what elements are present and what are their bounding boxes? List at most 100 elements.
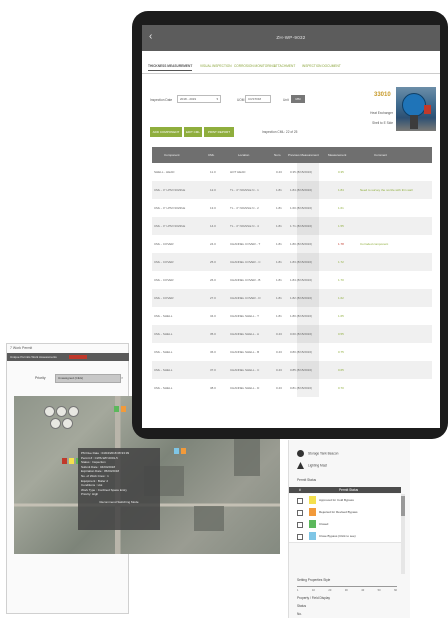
cell-nom: 1.81 xyxy=(276,314,282,318)
cell-cml: 24.0 xyxy=(210,242,216,246)
opacity-slider[interactable] xyxy=(297,586,397,587)
col-comment: Comment xyxy=(374,153,388,157)
permit-popup: PM Due Date : 04/04/2018 08:33:39 Permit… xyxy=(78,448,160,530)
table-row[interactable]: CML - SHELL 35.0 CHANNEL SHELL - A 0.43 0.60… xyxy=(152,325,432,343)
scrollbar-thumb[interactable] xyxy=(401,496,405,516)
status-swatch xyxy=(309,520,316,528)
status-swatch xyxy=(309,508,316,516)
table-row[interactable]: CML - 4" LPM NOZZLE 13.0 TL - 4" NOZZLE N … xyxy=(152,199,432,217)
table-row[interactable]: CML - SHELL 37.0 CHANNEL SHELL - C 0.43 0.85… xyxy=(152,361,432,379)
cell-previous: 1.71 (8/15/2016) xyxy=(290,224,313,228)
cell-comment: Need to survey the nozzle with thin wall xyxy=(360,188,413,192)
cell-measurement[interactable]: 0.35 xyxy=(338,170,344,174)
section-label: Permit Status xyxy=(297,478,317,482)
table-row[interactable]: CML - COVER 26.0 CHANNEL COVER - B 1.81 1.84… xyxy=(152,271,432,289)
cell-nom: 1.81 xyxy=(276,242,282,246)
table-row[interactable]: SHELL - HEAD 11.0 HOT HEAD 0.43 0.35 (8/15/2… xyxy=(152,163,432,181)
tab-inspection-document[interactable]: INSPECTION DOCUMENT xyxy=(302,64,341,68)
permit-marker-icon[interactable] xyxy=(62,458,67,464)
tank-marker xyxy=(56,406,67,417)
uom-input[interactable]: CUSTOM xyxy=(245,95,271,103)
cell-location: CHANNEL SHELL - T xyxy=(230,314,259,318)
legend-item[interactable]: Lighting Mast xyxy=(297,462,327,469)
cell-location: CHANNEL COVER - B xyxy=(230,278,261,282)
cell-measurement[interactable]: 1.55 xyxy=(338,224,344,228)
cell-nom: 1.81 xyxy=(276,260,282,264)
col-cml: CML xyxy=(208,153,215,157)
cell-measurement[interactable]: 0.70 xyxy=(338,386,344,390)
status-row[interactable]: Close Bypass (Click to see) xyxy=(289,530,401,543)
status-label: Approved for Cold Bypass xyxy=(319,498,354,502)
equipment-photo[interactable] xyxy=(396,87,436,131)
tank-marker xyxy=(62,418,73,429)
cell-measurement[interactable]: 0.75 xyxy=(338,350,344,354)
cell-measurement[interactable]: 0.65 xyxy=(338,368,344,372)
permit-marker-icon[interactable] xyxy=(114,406,119,412)
prop-row[interactable]: Status xyxy=(297,604,306,608)
cell-location: HOT HEAD xyxy=(230,170,246,174)
status-checkbox[interactable] xyxy=(297,534,303,540)
status-table-header: # Permit Status xyxy=(289,487,401,493)
cell-measurement[interactable]: 1.72 xyxy=(338,260,344,264)
tab-corrosion-monitoring[interactable]: CORROSION MONITORING xyxy=(234,64,275,68)
close-icon[interactable]: × xyxy=(121,375,123,380)
cell-measurement[interactable]: 1.78 xyxy=(338,242,344,246)
print-report-button[interactable]: PRINT REPORT PAGE xyxy=(204,127,234,144)
status-checkbox[interactable] xyxy=(297,498,303,504)
status-checkbox[interactable] xyxy=(297,510,303,516)
cell-location: CHANNEL SHELL - B xyxy=(230,350,260,354)
cell-nom: 0.43 xyxy=(276,170,282,174)
cell-location: TL - 4" NOZZLE N - 4 xyxy=(230,224,259,228)
status-label: Closed xyxy=(319,522,329,526)
tank-marker xyxy=(50,418,61,429)
edit-cml-button[interactable]: EDIT CML xyxy=(184,127,202,137)
slider-scale: 1 10 20 30 40 50 60 xyxy=(297,589,397,592)
table-row[interactable]: CML - SHELL 34.0 CHANNEL SHELL - T 1.81 1.80… xyxy=(152,307,432,325)
cell-location: CHANNEL COVER - D xyxy=(230,296,261,300)
cell-previous: 1.60 (8/15/2016) xyxy=(290,206,313,210)
cell-measurement[interactable]: 1.61 xyxy=(338,206,344,210)
cell-measurement[interactable]: 0.55 xyxy=(338,332,344,336)
permit-marker-icon[interactable] xyxy=(181,448,186,454)
equipment-side: Shell to E Side xyxy=(372,121,393,125)
tab-attachment[interactable]: ATTACHMENT xyxy=(274,64,295,68)
add-component-button[interactable]: ADD COMPONENT xyxy=(150,127,182,137)
permit-marker-icon[interactable] xyxy=(174,448,179,454)
permit-marker-icon[interactable] xyxy=(121,406,126,412)
cell-previous: 1.83 (8/15/2016) xyxy=(290,260,313,264)
unit-mm-button[interactable]: MM xyxy=(291,95,305,103)
tab-thickness-measurement[interactable]: THICKNESS MEASUREMENT xyxy=(148,64,193,71)
table-row[interactable]: CML - COVER 27.0 CHANNEL COVER - D 1.81 1.82… xyxy=(152,289,432,307)
cell-measurement[interactable]: 1.84 xyxy=(338,188,344,192)
cell-previous: 0.60 (8/15/2016) xyxy=(290,332,313,336)
scale-tick: 10 xyxy=(311,589,315,592)
cell-location: CHANNEL SHELL - D xyxy=(230,386,260,390)
legend-item[interactable]: Storage Tank Beacon xyxy=(297,450,338,457)
table-row[interactable]: CML - COVER 25.0 CHANNEL COVER - C 1.81 1.83… xyxy=(152,253,432,271)
table-row[interactable]: CML - COVER 24.0 CHANNEL COVER - T 1.81 1.80… xyxy=(152,235,432,253)
table-row[interactable]: CML - SHELL 36.0 CHANNEL SHELL - B 0.43 0.80… xyxy=(152,343,432,361)
prop-row[interactable]: No. xyxy=(297,612,302,616)
cell-component: CML - SHELL xyxy=(154,368,173,372)
cell-measurement[interactable]: 1.65 xyxy=(338,314,344,318)
priority-filter-input[interactable]: Unassigned (Click) xyxy=(55,374,121,383)
uom-label: UOM xyxy=(237,98,245,102)
inspection-date-select[interactable]: 2018 - 2019 ▾ xyxy=(177,95,221,103)
cell-component: CML - 4" LPM NOZZLE xyxy=(154,224,186,228)
permit-marker-icon[interactable] xyxy=(69,458,74,464)
cell-measurement[interactable]: 1.62 xyxy=(338,296,344,300)
tab-visual-inspection[interactable]: VISUAL INSPECTION xyxy=(200,64,232,68)
cell-component: CML - SHELL xyxy=(154,386,173,390)
table-row[interactable]: CML - 4" LPM NOZZLE 12.0 TL - 4" NOZZLE N … xyxy=(152,181,432,199)
panel-scrollbar[interactable] xyxy=(401,494,405,574)
status-checkbox[interactable] xyxy=(297,522,303,528)
cell-measurement[interactable]: 1.70 xyxy=(338,278,344,282)
cell-component: CML - COVER xyxy=(154,278,174,282)
table-row[interactable]: CML - SHELL 38.0 CHANNEL SHELL - D 0.43 0.81… xyxy=(152,379,432,397)
cell-cml: 38.0 xyxy=(210,386,216,390)
map-app-alert-button[interactable] xyxy=(69,355,87,359)
table-header: Component CML Location Nom. Previous Mea… xyxy=(152,147,432,163)
table-row[interactable]: CML - 4" LPM NOZZLE 14.0 TL - 4" NOZZLE N … xyxy=(152,217,432,235)
inspection-progress: Inspection CML: 22 of 25 xyxy=(262,130,298,134)
equipment-type: Heat Exchanger xyxy=(370,111,393,115)
